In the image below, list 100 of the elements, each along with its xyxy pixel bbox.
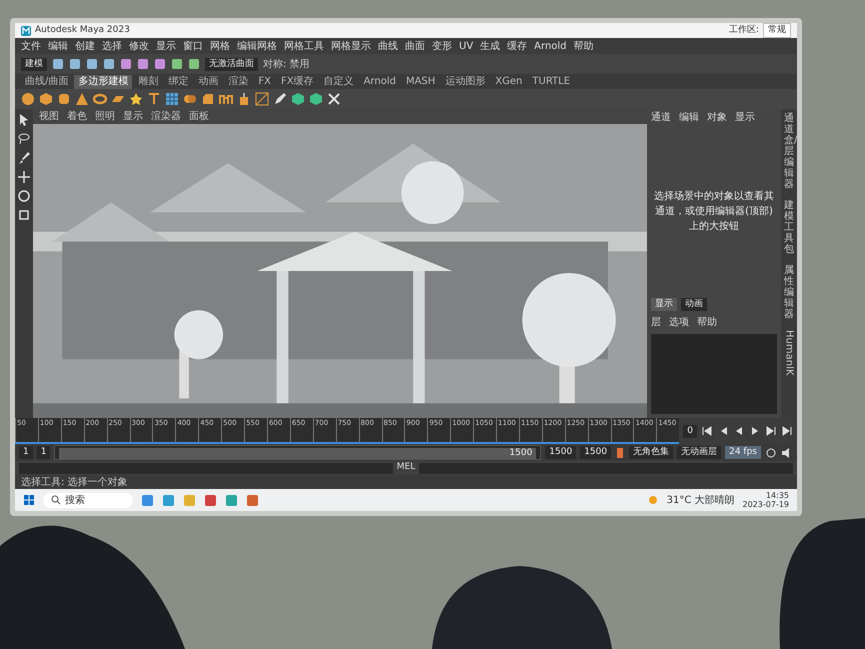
cube-icon[interactable] — [291, 92, 305, 106]
panel-menu-item[interactable]: 着色 — [67, 109, 87, 124]
channel-box-menu-item[interactable]: 编辑 — [679, 110, 699, 124]
panel-menu-item[interactable]: 照明 — [95, 109, 115, 124]
lasso-icon[interactable] — [17, 132, 31, 146]
shelf-tab[interactable]: Arnold — [360, 74, 400, 88]
channel-box-menu-item[interactable]: 显示 — [735, 110, 755, 124]
mode-dropdown[interactable]: 建模 — [21, 58, 47, 70]
taskbar-app-icon[interactable] — [204, 494, 217, 506]
layer-menu-item[interactable]: 层 — [651, 315, 661, 330]
cube-icon[interactable] — [39, 92, 53, 106]
bevel-icon[interactable] — [201, 92, 215, 106]
side-tab[interactable]: HumanIK — [782, 330, 796, 376]
rotate-icon[interactable] — [17, 189, 31, 203]
menu-item[interactable]: 缓存 — [507, 38, 528, 54]
start-frame-field[interactable]: 1 — [19, 446, 33, 459]
shelf-tab[interactable]: 渲染 — [224, 74, 252, 88]
skip-end-icon[interactable] — [781, 425, 793, 437]
current-frame-field[interactable]: 0 — [683, 424, 697, 438]
weather-text[interactable]: 31°C 大部晴朗 — [666, 492, 734, 508]
menu-item[interactable]: 文件 — [21, 38, 41, 54]
shelf-tab[interactable]: 多边形建模 — [74, 74, 132, 88]
cone-icon[interactable] — [75, 92, 89, 106]
cylinder-icon[interactable] — [57, 92, 71, 106]
shelf-tab[interactable]: 雕刻 — [134, 74, 162, 88]
shelf-tab[interactable]: 运动图形 — [441, 74, 490, 88]
cube-icon[interactable] — [309, 92, 323, 106]
menu-item[interactable]: 网格工具 — [284, 38, 324, 54]
side-tab[interactable]: 建模工具包 — [784, 200, 794, 255]
shelf-tab[interactable]: 绑定 — [164, 74, 192, 88]
menu-item[interactable]: 网格显示 — [331, 38, 371, 54]
layer-tab[interactable]: 显示 — [651, 298, 677, 311]
menu-item[interactable]: 网格 — [210, 38, 230, 54]
shelf-tab[interactable]: MASH — [402, 74, 440, 88]
search-field[interactable]: 搜索 — [43, 492, 133, 508]
channel-box-menu-item[interactable]: 通道 — [651, 110, 671, 124]
menu-item[interactable]: UV — [459, 38, 474, 54]
panel-menu-item[interactable]: 显示 — [123, 109, 143, 124]
range-slider-track[interactable]: 1500 — [54, 445, 542, 460]
grid-icon[interactable] — [165, 92, 179, 106]
range-slider-handle[interactable]: 1500 — [59, 448, 536, 459]
menu-item[interactable]: 修改 — [129, 38, 149, 54]
taskbar-app-icon[interactable] — [162, 494, 175, 506]
clock-time[interactable]: 14:35 — [766, 491, 789, 500]
move-icon[interactable] — [17, 170, 31, 184]
menu-item[interactable]: 编辑 — [48, 38, 68, 54]
combine-icon[interactable] — [183, 92, 197, 106]
range-start-field[interactable]: 1 — [36, 446, 50, 459]
layer-menu-item[interactable]: 选项 — [669, 315, 689, 330]
close-icon[interactable] — [327, 92, 341, 106]
shelf-tab[interactable]: FX缓存 — [276, 74, 318, 88]
panel-menu-item[interactable]: 渲染器 — [151, 109, 181, 124]
shelf-tab[interactable]: 自定义 — [320, 74, 358, 88]
pencil-icon[interactable] — [273, 92, 287, 106]
menu-item[interactable]: 帮助 — [574, 38, 594, 54]
menu-item[interactable]: 变形 — [432, 38, 452, 54]
character-set-dropdown[interactable]: 无角色集 — [629, 446, 674, 459]
uv-icon[interactable] — [255, 92, 269, 106]
shelf-tab[interactable]: XGen — [491, 74, 526, 88]
taskbar-app-icon[interactable] — [246, 494, 259, 506]
windows-logo-icon[interactable] — [23, 494, 35, 506]
shelf-tab[interactable]: FX — [254, 74, 275, 88]
end-frame-field[interactable]: 1500 — [545, 446, 576, 459]
layer-menu-item[interactable]: 帮助 — [697, 315, 717, 330]
workspace-dropdown[interactable]: 常规 — [763, 23, 791, 38]
panel-menu-item[interactable]: 面板 — [189, 109, 209, 124]
end-frame-field[interactable]: 1500 — [580, 446, 612, 459]
fps-dropdown[interactable]: 24 fps — [725, 446, 761, 459]
menu-item[interactable]: 显示 — [156, 38, 176, 54]
scale-icon[interactable] — [17, 208, 31, 222]
menu-item[interactable]: 编辑网格 — [237, 38, 277, 54]
range-end-label: 1500 — [508, 448, 534, 459]
menu-item[interactable]: 窗口 — [183, 38, 203, 54]
menu-item[interactable]: 曲线 — [378, 38, 398, 54]
skip-start-icon[interactable] — [701, 425, 713, 437]
brush-icon[interactable] — [17, 151, 31, 165]
loop-icon[interactable] — [765, 446, 777, 458]
menu-item[interactable]: 曲面 — [405, 38, 425, 54]
clock-date[interactable]: 2023-07-19 — [742, 500, 789, 509]
menu-item[interactable]: Arnold — [534, 38, 567, 54]
taskbar-app-icon[interactable] — [141, 494, 154, 506]
shelf-tab[interactable]: TURTLE — [528, 74, 574, 88]
menu-item[interactable]: 创建 — [75, 38, 95, 54]
side-tab[interactable]: 属性编辑器 — [784, 265, 794, 320]
text-icon-drawing[interactable] — [147, 92, 161, 106]
sphere-icon[interactable] — [21, 92, 35, 106]
torus-icon[interactable] — [93, 92, 107, 106]
layer-tab[interactable]: 动画 — [681, 298, 707, 311]
menu-item[interactable]: 选择 — [102, 38, 122, 54]
step-forward-icon[interactable] — [765, 425, 777, 437]
star-icon[interactable] — [129, 92, 143, 106]
channel-box-menu-item[interactable]: 对象 — [707, 110, 727, 124]
menu-item[interactable]: 生成 — [480, 38, 500, 54]
surface-field[interactable]: 无激活曲面 — [205, 58, 258, 70]
shelf-tab[interactable]: 动画 — [194, 74, 222, 88]
shelf-tab[interactable]: 曲线/曲面 — [21, 74, 72, 88]
panel-menu-item[interactable]: 视图 — [39, 109, 59, 124]
taskbar-app-icon[interactable] — [225, 494, 238, 506]
animation-layer-dropdown[interactable]: 无动画层 — [677, 446, 722, 459]
script-language-label[interactable]: MEL — [396, 461, 416, 475]
